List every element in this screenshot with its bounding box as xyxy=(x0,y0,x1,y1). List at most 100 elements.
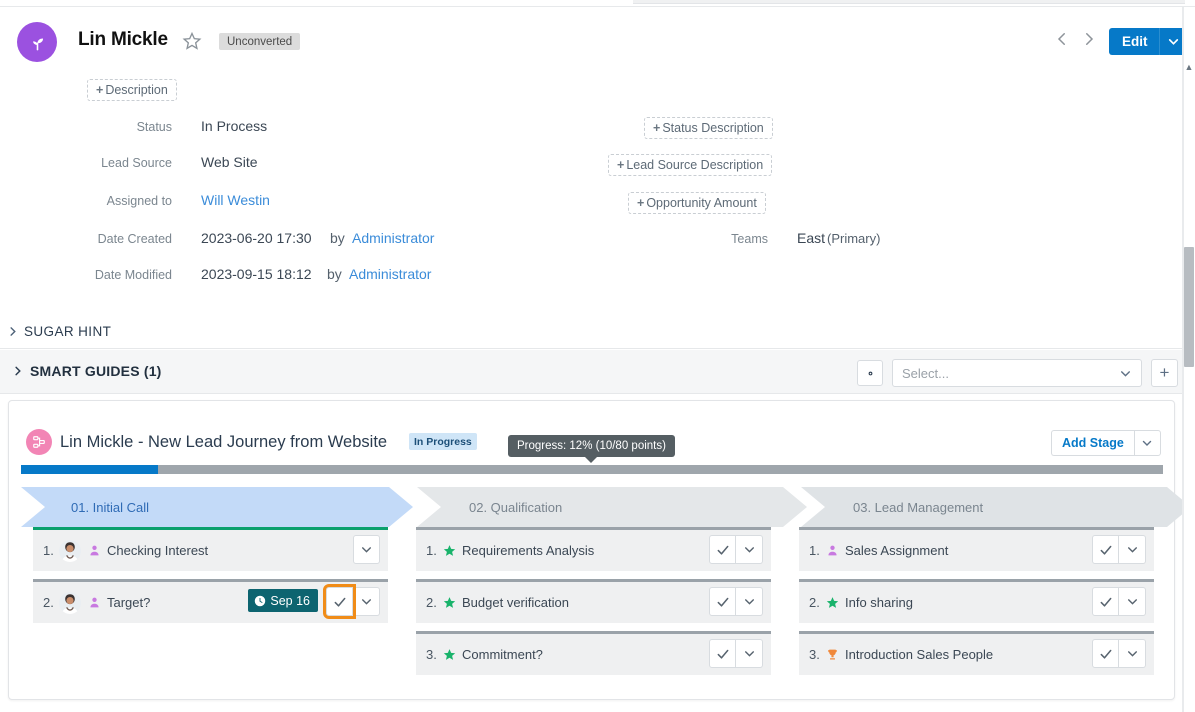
add-opportunity-amount-button[interactable]: +Opportunity Amount xyxy=(628,192,766,214)
task-row[interactable]: 3.Commitment? xyxy=(416,634,771,675)
add-lead-source-description-button[interactable]: +Lead Source Description xyxy=(608,154,772,176)
guide-progress-fill xyxy=(21,465,158,474)
check-icon xyxy=(333,595,347,609)
guide-title: Lin Mickle - New Lead Journey from Websi… xyxy=(60,433,387,452)
task-row[interactable]: 2.Info sharing xyxy=(799,582,1154,623)
task-actions xyxy=(353,535,380,564)
check-icon xyxy=(1099,543,1113,557)
task-menu-button[interactable] xyxy=(1119,639,1146,668)
chevron-down-icon xyxy=(1126,647,1139,660)
task-complete-button[interactable] xyxy=(709,535,736,564)
field-value-status[interactable]: In Process xyxy=(201,118,267,134)
task-complete-button[interactable] xyxy=(1092,535,1119,564)
chevron-down-icon xyxy=(1126,595,1139,608)
check-icon xyxy=(1099,647,1113,661)
stage-header-2[interactable]: 02. Qualification xyxy=(417,487,807,527)
stage-label: 03. Lead Management xyxy=(853,500,983,515)
date-modified-user[interactable]: Administrator xyxy=(349,266,431,282)
task-label: Target? xyxy=(107,595,150,610)
settings-gear-button[interactable] xyxy=(857,360,883,386)
task-row[interactable]: 1.Sales Assignment xyxy=(799,530,1154,571)
chevron-down-icon xyxy=(1126,543,1139,556)
chevron-right-icon[interactable] xyxy=(12,364,23,382)
task-complete-button[interactable] xyxy=(326,587,353,616)
add-guide-button[interactable]: + xyxy=(1151,359,1178,387)
top-strip xyxy=(0,0,1195,7)
stage-header-1[interactable]: 01. Initial Call xyxy=(21,487,413,527)
task-menu-button[interactable] xyxy=(353,587,380,616)
task-type-icon xyxy=(442,648,457,661)
add-stage-dropdown-button[interactable] xyxy=(1134,430,1161,456)
progress-tooltip: Progress: 12% (10/80 points) xyxy=(508,435,675,457)
edit-button[interactable]: Edit xyxy=(1109,28,1159,55)
add-description-button[interactable]: +Description xyxy=(87,79,177,101)
field-value-teams: East xyxy=(797,230,825,246)
field-value-date-modified: 2023-09-15 18:12 xyxy=(201,266,312,282)
task-due-date-text: Sep 16 xyxy=(270,594,310,608)
task-assignee-avatar xyxy=(59,592,81,614)
date-modified-by-label: by xyxy=(327,266,342,282)
task-number: 3. xyxy=(426,647,442,662)
task-menu-button[interactable] xyxy=(1119,535,1146,564)
task-type-icon xyxy=(825,648,840,661)
stage-header-3[interactable]: 03. Lead Management xyxy=(801,487,1191,527)
task-complete-button[interactable] xyxy=(1092,639,1119,668)
task-type-icon xyxy=(825,544,840,557)
task-complete-button[interactable] xyxy=(709,587,736,616)
task-row[interactable]: 3.Introduction Sales People xyxy=(799,634,1154,675)
record-header: Lin Mickle Unconverted Edit ✕ xyxy=(0,7,1183,63)
field-label-assigned-to: Assigned to xyxy=(0,194,172,208)
avatar xyxy=(17,22,57,62)
date-created-by-label: by xyxy=(330,230,345,246)
task-complete-button[interactable] xyxy=(1092,587,1119,616)
plus-glyph: + xyxy=(637,196,644,210)
task-number: 2. xyxy=(809,595,825,610)
chevron-down-icon xyxy=(1141,437,1153,449)
section-title-smart-guides: SMART GUIDES (1) xyxy=(30,363,162,379)
task-actions xyxy=(709,587,763,616)
section-sugar-hint[interactable]: SUGAR HINT xyxy=(0,315,1183,349)
status-badge: Unconverted xyxy=(219,33,300,50)
previous-record-button[interactable] xyxy=(1053,29,1071,49)
add-stage-group: Add Stage xyxy=(1051,430,1161,456)
date-created-user[interactable]: Administrator xyxy=(352,230,434,246)
next-record-button[interactable] xyxy=(1080,29,1098,49)
field-label-status: Status xyxy=(0,120,172,134)
vertical-scrollbar[interactable]: ▲ xyxy=(1183,7,1195,712)
guide-select-dropdown[interactable]: Select... xyxy=(892,359,1142,387)
task-actions xyxy=(1092,587,1146,616)
task-type-icon xyxy=(442,544,457,557)
task-row[interactable]: 1.Checking Interest xyxy=(33,530,388,571)
guide-progress-bar xyxy=(21,465,1163,474)
clock-icon-wrap xyxy=(254,595,266,607)
star-icon xyxy=(443,544,456,557)
task-row[interactable]: 2.Budget verification xyxy=(416,582,771,623)
field-value-assigned-to[interactable]: Will Westin xyxy=(201,192,270,208)
add-status-description-button[interactable]: +Status Description xyxy=(644,117,773,139)
task-menu-button[interactable] xyxy=(736,639,763,668)
task-number: 3. xyxy=(809,647,825,662)
chevron-down-icon xyxy=(1119,367,1132,385)
task-row[interactable]: 2.Target?Sep 16 xyxy=(33,582,388,623)
stage-chevron-row: 01. Initial Call 02. Qualification 03. Lea… xyxy=(21,487,1166,527)
task-menu-button[interactable] xyxy=(736,535,763,564)
task-menu-button[interactable] xyxy=(353,535,380,564)
task-menu-button[interactable] xyxy=(1119,587,1146,616)
scroll-up-arrow-icon[interactable]: ▲ xyxy=(1184,62,1194,72)
stage-label: 01. Initial Call xyxy=(71,500,149,515)
task-menu-button[interactable] xyxy=(736,587,763,616)
task-complete-button[interactable] xyxy=(709,639,736,668)
add-stage-button[interactable]: Add Stage xyxy=(1051,430,1134,456)
star-icon xyxy=(826,596,839,609)
field-value-lead-source[interactable]: Web Site xyxy=(201,154,258,170)
plus-glyph: + xyxy=(617,158,624,172)
smart-guide-icon xyxy=(26,429,52,455)
task-due-date-badge[interactable]: Sep 16 xyxy=(248,589,318,612)
task-assignee-avatar xyxy=(59,540,81,562)
task-row[interactable]: 1.Requirements Analysis xyxy=(416,530,771,571)
scrollbar-thumb[interactable] xyxy=(1184,247,1194,367)
favorite-star-icon[interactable] xyxy=(182,31,202,51)
chevron-right-icon xyxy=(0,326,24,337)
clock-icon xyxy=(254,595,266,607)
field-label-date-modified: Date Modified xyxy=(0,268,172,282)
